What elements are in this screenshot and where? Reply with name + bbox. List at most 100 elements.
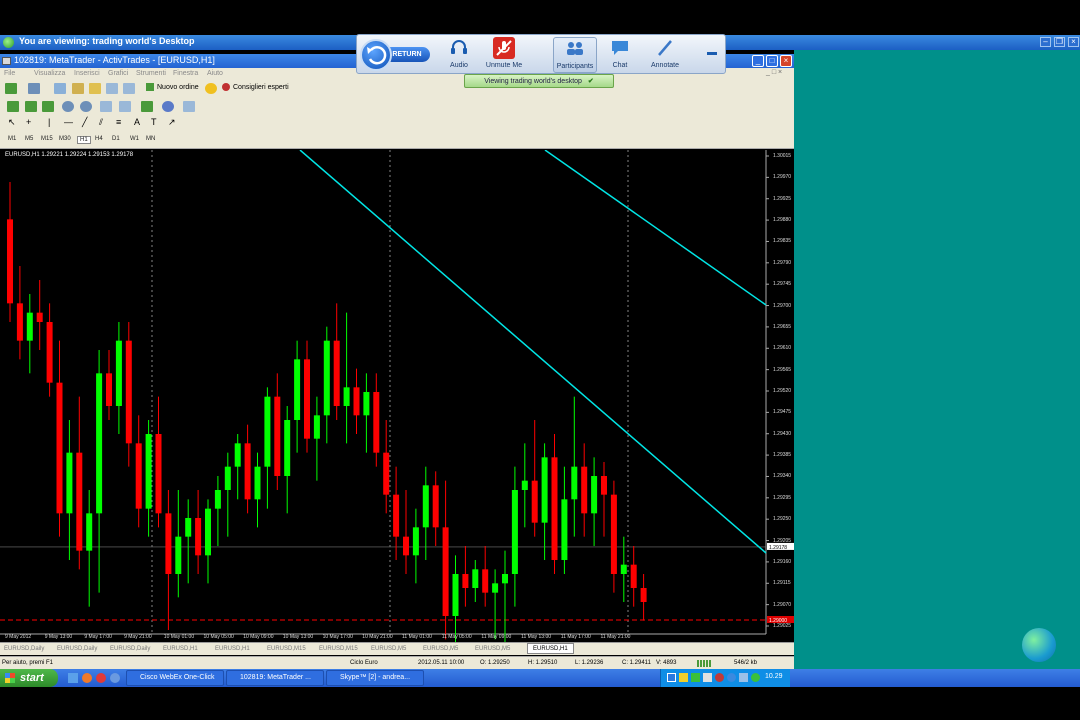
chart-tab[interactable]: EURUSD,Daily — [110, 646, 150, 652]
chart-tab[interactable]: EURUSD,H1 — [163, 646, 198, 652]
tf-m30[interactable]: M30 — [59, 136, 71, 142]
menu-insert[interactable]: Inserisci — [74, 70, 100, 77]
data-window-icon[interactable] — [72, 83, 84, 94]
menu-charts[interactable]: Grafici — [108, 70, 128, 77]
tf-m15[interactable]: M15 — [41, 136, 53, 142]
taskbar-item-skype[interactable]: Skype™ [2] - andrea... — [326, 670, 424, 686]
taskbar-item-webex[interactable]: Cisco WebEx One-Click — [126, 670, 224, 686]
chart-tab[interactable]: EURUSD,M5 — [475, 646, 510, 652]
candle-body — [86, 513, 93, 551]
time-tick-label: 11 May 09:00 — [481, 634, 512, 640]
candlestick-icon[interactable] — [25, 101, 37, 112]
new-order-button[interactable]: Nuovo ordine — [146, 83, 199, 95]
expert-advisors-button[interactable]: Consiglieri esperti — [222, 83, 289, 95]
webex-ball-icon[interactable] — [1022, 628, 1056, 662]
firefox-icon[interactable] — [82, 673, 92, 683]
text-label-icon[interactable]: T — [151, 117, 157, 127]
tray-security-icon[interactable] — [679, 673, 688, 682]
chart-tab[interactable]: EURUSD,H1 — [215, 646, 250, 652]
mdi-controls[interactable]: _ □ × — [766, 69, 782, 76]
indicators-icon[interactable] — [141, 101, 153, 112]
viewer-minimize-button[interactable]: – — [1040, 37, 1051, 47]
taskbar-item-metatrader[interactable]: 102819: MetaTrader ... — [226, 670, 324, 686]
crosshair-icon[interactable]: + — [26, 117, 31, 127]
candlestick-chart[interactable]: 1.291781.29000 — [0, 150, 794, 642]
quicklaunch-icon[interactable] — [110, 673, 120, 683]
chart-tab[interactable]: EURUSD,M15 — [267, 646, 306, 652]
tf-m5[interactable]: M5 — [25, 136, 33, 142]
menu-file[interactable]: File — [4, 70, 15, 77]
status-traffic: 546/2 kb — [734, 660, 758, 666]
chart-tab[interactable]: EURUSD,M5 — [423, 646, 458, 652]
tray-app-icon[interactable] — [691, 673, 700, 682]
viewer-restore-button[interactable]: ❐ — [1054, 37, 1065, 47]
tray-app-icon[interactable] — [715, 673, 724, 682]
candle-body — [46, 322, 53, 383]
cursor-icon[interactable]: ↖ — [8, 117, 16, 128]
profiles-icon[interactable] — [28, 83, 40, 94]
line-chart-icon[interactable] — [42, 101, 54, 112]
audio-button[interactable]: Audio — [439, 37, 479, 73]
menu-window[interactable]: Finestra — [173, 70, 198, 77]
market-watch-icon[interactable] — [54, 83, 66, 94]
chart-tab[interactable]: EURUSD,Daily — [4, 646, 44, 652]
tf-w1[interactable]: W1 — [130, 136, 139, 142]
bar-chart-icon[interactable] — [7, 101, 19, 112]
arrows-icon[interactable]: ↗ — [168, 117, 176, 128]
window-maximize-button[interactable]: □ — [766, 55, 778, 67]
window-minimize-button[interactable]: _ — [752, 55, 764, 67]
show-desktop-icon[interactable] — [68, 673, 78, 683]
annotate-button[interactable]: Annotate — [645, 37, 685, 73]
panel-menu-icon[interactable]: ▬ — [707, 47, 717, 58]
tf-d1[interactable]: D1 — [112, 136, 120, 142]
tray-network-icon[interactable] — [667, 673, 676, 682]
unmute-button[interactable]: Unmute Me — [483, 37, 525, 73]
fibonacci-icon[interactable]: ≡ — [116, 117, 121, 127]
chart-tab[interactable]: EURUSD,M5 — [371, 646, 406, 652]
tf-h4[interactable]: H4 — [95, 136, 103, 142]
start-button[interactable]: start — [0, 669, 58, 687]
expert-advisor-icon[interactable] — [205, 83, 217, 94]
tray-volume-icon[interactable] — [739, 673, 748, 682]
status-low: L: 1.29236 — [575, 660, 604, 666]
tray-app-icon[interactable] — [751, 673, 760, 682]
zoom-in-icon[interactable] — [62, 101, 74, 112]
autoscroll-icon[interactable] — [100, 101, 112, 112]
candle-body — [36, 312, 43, 322]
tray-app-icon[interactable] — [703, 673, 712, 682]
tf-mn[interactable]: MN — [146, 136, 155, 142]
chart-shift-icon[interactable] — [119, 101, 131, 112]
participants-button[interactable]: Participants — [553, 37, 597, 73]
pin-icon[interactable]: ✔ — [588, 78, 594, 85]
tf-m1[interactable]: M1 — [8, 136, 16, 142]
terminal-icon[interactable] — [106, 83, 118, 94]
vertical-line-icon[interactable]: | — [48, 117, 50, 127]
window-title: 102819: MetaTrader - ActivTrades - [EURU… — [14, 55, 215, 65]
menu-view[interactable]: Visualizza — [34, 70, 65, 77]
new-chart-icon[interactable] — [5, 83, 17, 94]
strategy-tester-icon[interactable] — [123, 83, 135, 94]
chart-tab[interactable]: EURUSD,M15 — [319, 646, 358, 652]
menu-tools[interactable]: Strumenti — [136, 70, 166, 77]
metatrader-app-icon — [2, 57, 11, 65]
viewer-close-button[interactable]: × — [1068, 37, 1079, 47]
templates-icon[interactable] — [183, 101, 195, 112]
zoom-out-icon[interactable] — [80, 101, 92, 112]
tray-skype-icon[interactable] — [727, 673, 736, 682]
status-datetime: 2012.05.11 10:00 — [418, 660, 465, 666]
navigator-icon[interactable] — [89, 83, 101, 94]
return-button[interactable]: RETURN — [360, 37, 430, 73]
quicklaunch-icon[interactable] — [96, 673, 106, 683]
window-close-button[interactable]: × — [780, 55, 792, 67]
text-icon[interactable]: A — [134, 117, 140, 127]
periods-icon[interactable] — [162, 101, 174, 112]
chat-button[interactable]: Chat — [600, 37, 640, 73]
menu-help[interactable]: Aiuto — [207, 70, 223, 77]
taskbar-item-label: Skype™ [2] - andrea... — [340, 674, 411, 681]
chart-tab[interactable]: EURUSD,Daily — [57, 646, 97, 652]
tf-h1[interactable]: H1 — [77, 136, 91, 144]
channel-icon[interactable]: ⫽ — [99, 117, 103, 128]
horizontal-line-icon[interactable]: — — [64, 117, 73, 127]
trendline-icon[interactable]: ╱ — [82, 117, 87, 128]
chart-tab[interactable]: EURUSD,H1 — [527, 643, 574, 654]
